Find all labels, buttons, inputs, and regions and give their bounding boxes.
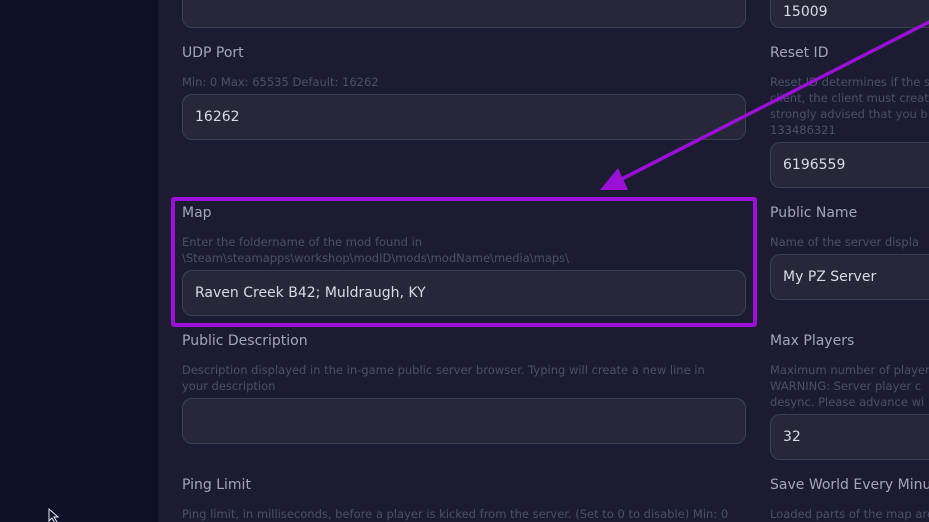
app-window: 15009 UDP Port Min: 0 Max: 65535 Default… bbox=[0, 0, 929, 522]
public-description-desc-line-2: your description bbox=[182, 379, 276, 393]
prev-left-input[interactable] bbox=[182, 0, 746, 28]
public-description-label: Public Description bbox=[182, 333, 308, 349]
reset-id-description-line-1: Reset ID determines if the s bbox=[770, 75, 929, 89]
mouse-cursor-icon bbox=[48, 508, 60, 522]
max-players-description-line-1: Maximum number of player bbox=[770, 363, 929, 377]
udp-port-description: Min: 0 Max: 65535 Default: 16262 bbox=[182, 75, 379, 89]
max-players-input[interactable]: 32 bbox=[770, 414, 929, 460]
prev-right-input[interactable]: 15009 bbox=[770, 0, 929, 28]
public-description-desc-line-1: Description displayed in the in-game pub… bbox=[182, 363, 705, 377]
map-highlight-box bbox=[171, 197, 757, 327]
udp-port-label: UDP Port bbox=[182, 45, 244, 61]
reset-id-input[interactable]: 6196559 bbox=[770, 142, 929, 188]
reset-id-description-line-2: client, the client must creat bbox=[770, 91, 929, 105]
public-name-description: Name of the server displa bbox=[770, 235, 919, 249]
reset-id-description-line-4: 133486321 bbox=[770, 123, 836, 137]
udp-port-input[interactable]: 16262 bbox=[182, 94, 746, 140]
public-name-input[interactable]: My PZ Server bbox=[770, 254, 929, 300]
max-players-label: Max Players bbox=[770, 333, 855, 349]
save-world-description: Loaded parts of the map are bbox=[770, 507, 929, 521]
reset-id-description-line-3: strongly advised that you b bbox=[770, 107, 928, 121]
reset-id-label: Reset ID bbox=[770, 45, 829, 61]
max-players-description-line-3: desync. Please advance wi bbox=[770, 395, 925, 409]
max-players-description-line-2: WARNING: Server player c bbox=[770, 379, 922, 393]
ping-limit-label: Ping Limit bbox=[182, 477, 251, 493]
public-description-input[interactable] bbox=[182, 398, 746, 444]
public-name-label: Public Name bbox=[770, 205, 858, 221]
sidebar bbox=[0, 0, 158, 522]
ping-limit-description: Ping limit, in milliseconds, before a pl… bbox=[182, 507, 729, 521]
save-world-label: Save World Every Minut bbox=[770, 477, 929, 493]
